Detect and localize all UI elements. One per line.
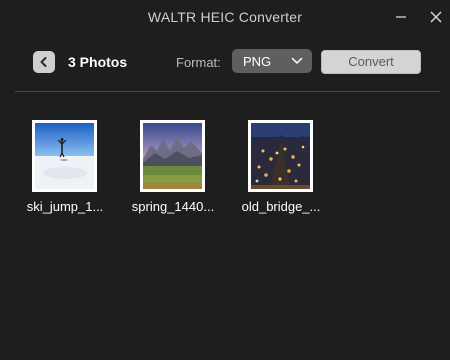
photo-name: ski_jump_1... — [26, 199, 104, 214]
photo-name: old_bridge_... — [241, 199, 321, 214]
photo-count-label: 3 Photos — [68, 54, 128, 70]
app-window: WALTR HEIC Converter 3 Photos Format: PN… — [0, 0, 450, 360]
photo-thumbnail[interactable] — [248, 120, 313, 192]
mountain-scene-image — [143, 123, 202, 189]
minimize-button[interactable] — [390, 6, 412, 28]
divider — [15, 91, 440, 92]
photo-thumbnail[interactable] — [140, 120, 205, 192]
format-select-value: PNG — [243, 54, 272, 69]
photo-name: spring_1440... — [131, 199, 215, 214]
format-select[interactable]: PNG — [232, 49, 312, 73]
chevron-down-icon — [291, 57, 303, 64]
window-title: WALTR HEIC Converter — [147, 9, 303, 25]
toolbar: 3 Photos Format: PNG Convert — [0, 46, 450, 78]
chevron-left-icon — [40, 57, 47, 67]
format-label: Format: — [176, 55, 221, 70]
close-icon — [430, 11, 442, 23]
title-bar: WALTR HEIC Converter — [0, 0, 450, 34]
close-button[interactable] — [425, 6, 447, 28]
city-night-image — [251, 123, 310, 189]
convert-button[interactable]: Convert — [321, 50, 421, 74]
snow-scene-image — [35, 123, 94, 189]
photo-thumbnail[interactable] — [32, 120, 97, 192]
back-button[interactable] — [33, 51, 55, 73]
minimize-icon — [396, 16, 406, 18]
